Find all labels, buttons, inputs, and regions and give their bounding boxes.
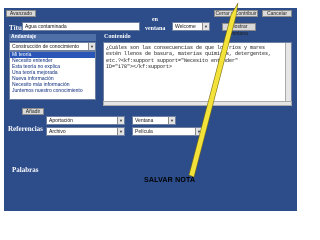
caption-text: SALVAR NOTA — [144, 177, 196, 184]
pointer-arrow-shape — [188, 2, 239, 178]
pointer-arrow-graphic — [188, 2, 239, 178]
